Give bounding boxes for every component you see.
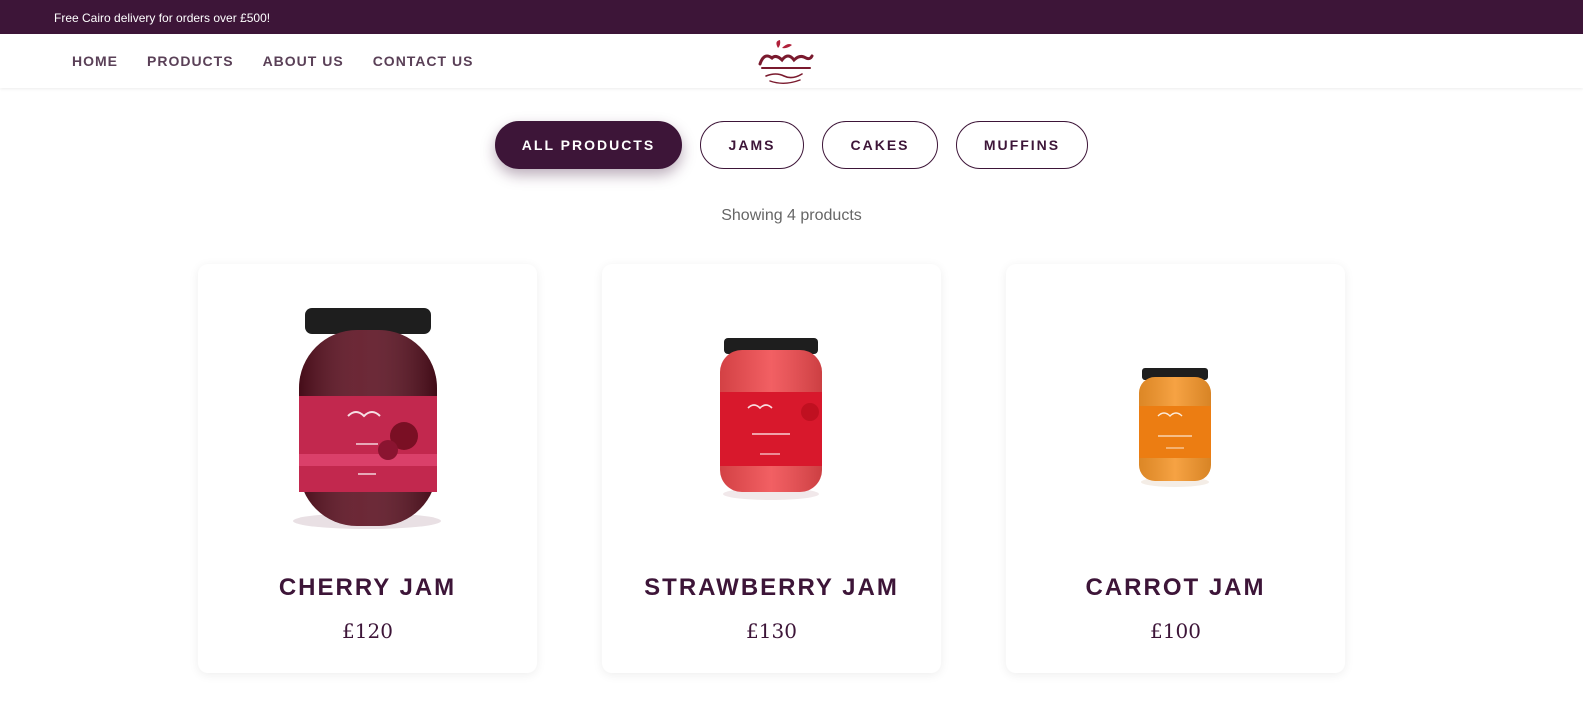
product-card-cherry-jam[interactable]: CHERRY JAM £120 [198, 264, 537, 673]
product-price: £100 [1150, 619, 1201, 643]
results-count: Showing 4 products [721, 207, 862, 224]
product-card-strawberry-jam[interactable]: STRAWBERRY JAM £130 [602, 264, 941, 673]
product-name[interactable]: CHERRY JAM [198, 574, 537, 602]
nav-about-link[interactable]: ABOUT US [263, 53, 344, 69]
category-filters: ALL PRODUCTS JAMS CAKES MUFFINS [0, 121, 1583, 169]
filter-jams-button[interactable]: JAMS [700, 121, 804, 169]
brand-logo[interactable] [750, 38, 818, 86]
announcement-bar: Free Cairo delivery for orders over £500… [0, 0, 1583, 34]
product-price: £130 [746, 619, 797, 643]
nav-home-link[interactable]: HOME [72, 53, 118, 69]
announcement-text: Free Cairo delivery for orders over £500… [54, 11, 271, 25]
nav-contact-link[interactable]: CONTACT US [373, 53, 474, 69]
product-price: £120 [342, 619, 393, 643]
filter-muffins-button[interactable]: MUFFINS [956, 121, 1088, 169]
nav-links: HOME PRODUCTS ABOUT US CONTACT US [72, 34, 473, 88]
main-navbar: HOME PRODUCTS ABOUT US CONTACT US [0, 34, 1583, 88]
product-card-carrot-jam[interactable]: CARROT JAM £100 [1006, 264, 1345, 673]
carrot-jam-image[interactable] [1006, 294, 1345, 534]
product-grid: CHERRY JAM £120 STRAWBERRY JAM £130 CARR… [198, 264, 1345, 673]
filter-cakes-button[interactable]: CAKES [822, 121, 938, 169]
filter-all-products-button[interactable]: ALL PRODUCTS [495, 121, 682, 169]
product-name[interactable]: STRAWBERRY JAM [602, 574, 941, 602]
nav-products-link[interactable]: PRODUCTS [147, 53, 234, 69]
cherry-jam-image[interactable] [198, 294, 537, 534]
strawberry-jam-image[interactable] [602, 294, 941, 534]
product-name[interactable]: CARROT JAM [1006, 574, 1345, 602]
